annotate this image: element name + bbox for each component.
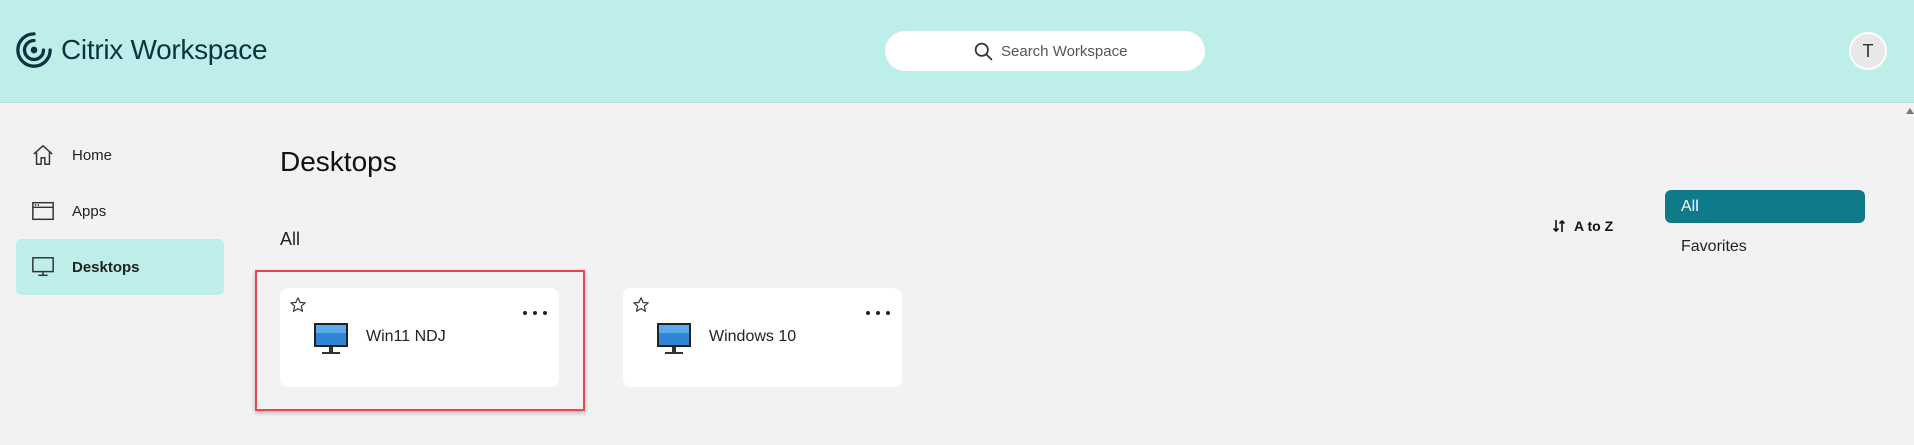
desktop-monitor-icon	[657, 323, 691, 354]
desktop-card[interactable]: Win11 NDJ	[280, 288, 559, 387]
sidebar-item-label: Home	[72, 146, 113, 164]
filter-label: All	[1681, 197, 1699, 215]
sidebar-item-home[interactable]: Home	[16, 127, 224, 183]
favorite-star-icon[interactable]	[632, 296, 650, 314]
sidebar-item-label: Desktops	[72, 258, 140, 276]
monitor-icon	[30, 254, 56, 280]
filter-all[interactable]: All	[1665, 190, 1865, 223]
sidebar-item-desktops[interactable]: Desktops	[16, 239, 224, 295]
section-label: All	[280, 229, 301, 249]
more-options-icon[interactable]	[523, 308, 547, 318]
sidebar-item-apps[interactable]: Apps	[16, 183, 224, 239]
search-icon	[974, 42, 993, 60]
sort-arrows-icon	[1552, 219, 1566, 233]
search-input[interactable]	[1001, 42, 1201, 60]
sidebar-item-label: Apps	[72, 202, 107, 220]
citrix-logo-icon	[16, 32, 52, 68]
user-avatar[interactable]: T	[1849, 32, 1887, 70]
desktop-monitor-icon	[314, 323, 348, 354]
filter-favorites[interactable]: Favorites	[1665, 230, 1865, 263]
more-options-icon[interactable]	[866, 308, 890, 318]
apps-window-icon	[30, 198, 56, 224]
desktop-name: Windows 10	[709, 328, 797, 345]
desktop-name: Win11 NDJ	[366, 328, 446, 345]
citrix-logo[interactable]: Citrix Workspace	[15, 30, 268, 70]
sort-button[interactable]: A to Z	[1552, 218, 1613, 234]
filter-label: Favorites	[1681, 237, 1747, 255]
page-title: Desktops	[280, 146, 397, 177]
home-icon	[30, 142, 56, 168]
top-header: Citrix Workspace T	[0, 0, 1914, 103]
app-name: Citrix Workspace	[61, 34, 268, 65]
scroll-up-arrow-icon[interactable]	[1906, 108, 1914, 114]
sort-label: A to Z	[1574, 218, 1614, 234]
search-box[interactable]	[885, 31, 1205, 71]
favorite-star-icon[interactable]	[289, 296, 307, 314]
desktop-card[interactable]: Windows 10	[623, 288, 902, 387]
